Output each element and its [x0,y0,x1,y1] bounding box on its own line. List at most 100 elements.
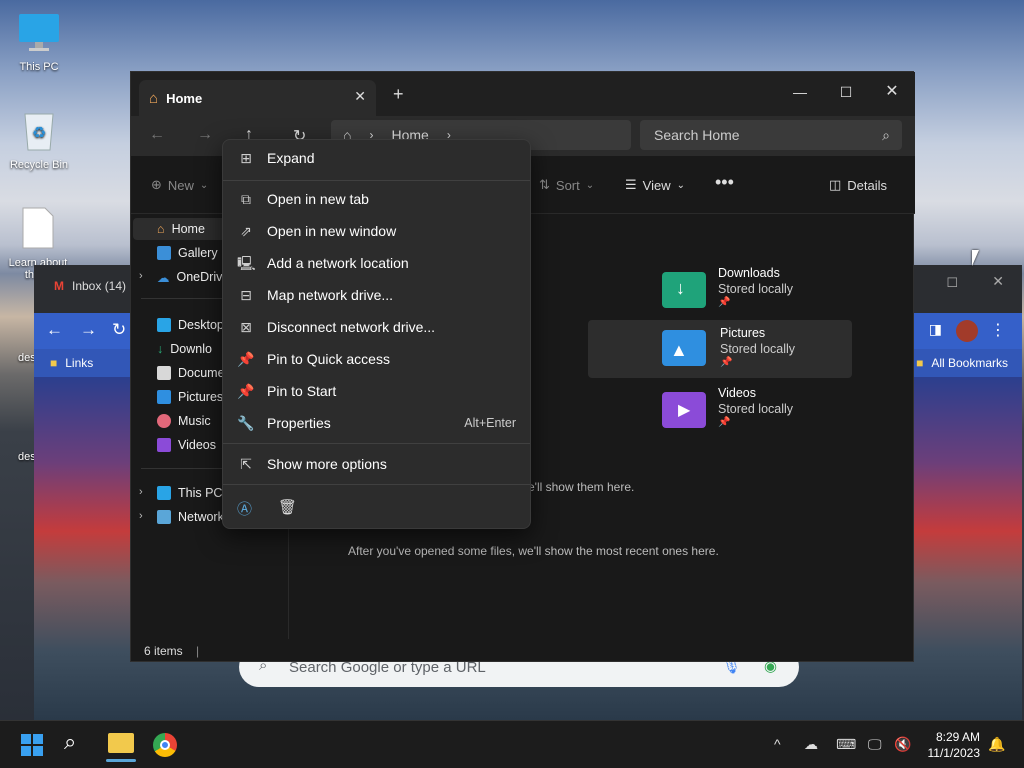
new-tab-icon[interactable]: + [393,84,404,105]
sidebar-item-gallery[interactable]: Gallery [157,242,218,264]
sidebar-item-onedrive[interactable]: ☁ OneDriv [157,266,222,288]
sidebar-item-desktop[interactable]: Desktop [157,314,224,336]
chevron-right-icon[interactable]: › [139,486,143,498]
chevron-right-icon[interactable]: › [139,510,143,522]
maximize-icon[interactable]: ☐ [946,275,958,291]
menu-item-properties[interactable]: 🔧 Properties Alt+Enter [227,408,526,438]
folder-downloads[interactable]: ↓ Downloads Stored locally 📌 [662,266,924,322]
sidebar-item-label: Docume [178,366,225,380]
document-icon [157,366,171,380]
sidebar-item-label: This PC [178,486,223,500]
taskbar: ⌕ ^ ☁ ⌨ 🖵 🔇 8:29 AM 11/1/2023 🔔 [0,720,1024,768]
menu-item-open-new-tab[interactable]: ⧉ Open in new tab [227,184,526,214]
folder-name: Pictures [720,326,766,340]
explorer-tab-home[interactable]: ⌂ Home ✕ [139,80,376,116]
menu-separator [223,484,530,485]
menu-item-disconnect-network-drive[interactable]: ⊠ Disconnect network drive... [227,312,526,342]
sidebar-item-label: Desktop [178,318,224,332]
minimize-icon[interactable]: — [777,78,823,106]
recycle-bin-icon: ♻ [4,108,74,155]
menu-item-accelerator: Alt+Enter [464,416,516,430]
menu-separator [223,180,530,181]
menu-item-show-more-options[interactable]: ⇱ Show more options [227,449,526,479]
menu-item-label: Properties [267,415,331,431]
sidebar-item-label: OneDriv [176,270,223,284]
menu-item-label: Add a network location [267,255,409,271]
menu-icon[interactable]: ⋮ [990,320,1006,340]
bookmark-links[interactable]: ■ Links [50,356,93,370]
keyboard-icon[interactable]: ⌨ [836,736,856,753]
menu-item-expand[interactable]: ⊞ Expand [227,143,526,173]
view-button[interactable]: ☰ View ⌄ [625,177,685,193]
chevron-up-icon[interactable]: ^ [774,736,781,752]
sort-button[interactable]: ⇅ Sort ⌄ [539,177,594,193]
chrome-icon[interactable] [153,733,177,757]
forward-icon[interactable]: → [197,126,213,144]
menu-item-label: Open in new window [267,223,397,239]
home-icon: ⌂ [149,89,159,107]
menu-separator [223,443,530,444]
favorites-hint: e'll show them here. [528,480,635,494]
document-icon [4,206,72,253]
rename-icon[interactable]: Ⓐ [237,498,252,519]
menu-item-add-network-location[interactable]: 🖳 Add a network location [227,248,526,278]
folder-videos[interactable]: ▶ Videos Stored locally 📌 [662,386,924,442]
cloud-offline-icon[interactable]: ☁ [804,736,818,753]
sidebar-item-downloads[interactable]: ↓ Downlo [157,338,212,360]
chrome-tab-inbox[interactable]: M Inbox (14) [54,279,126,293]
file-explorer-icon[interactable] [106,733,136,762]
chevron-right-icon[interactable]: › [139,270,143,282]
pin-icon: 📌 [718,297,731,308]
folder-pictures[interactable]: ▲ Pictures Stored locally 📌 [588,320,852,378]
reload-icon[interactable]: ↻ [112,320,126,340]
folder-icon: ■ [916,356,924,370]
forward-icon[interactable]: → [80,320,97,340]
plus-circle-icon: ⊕ [151,177,162,192]
sidebar-item-pictures[interactable]: Pictures [157,386,223,408]
map-drive-icon: ⊟ [240,287,252,303]
details-button[interactable]: ◫ Details [829,177,887,193]
menu-item-open-new-window[interactable]: ⇗ Open in new window [227,216,526,246]
status-divider: | [196,644,200,658]
back-icon[interactable]: ← [149,126,165,144]
sidebar-item-home[interactable]: ⌂ Home [157,218,205,240]
sidebar-item-documents[interactable]: Docume [157,362,225,384]
close-icon[interactable]: ✕ [869,78,915,106]
sidebar-item-music[interactable]: Music [157,410,211,432]
chevron-down-icon: ⌄ [585,179,595,191]
menu-item-pin-quick-access[interactable]: 📌 Pin to Quick access [227,344,526,374]
bookmark-all[interactable]: ■ All Bookmarks [916,356,1008,370]
more-options-button[interactable]: ••• [715,172,734,193]
sidepanel-icon[interactable]: ◨ [929,321,942,338]
menu-item-map-network-drive[interactable]: ⊟ Map network drive... [227,280,526,310]
search-input[interactable]: Search Home ⌕ [640,120,902,150]
sidebar-item-network[interactable]: Network [157,506,224,528]
volume-muted-icon[interactable]: 🔇 [894,736,911,753]
sidebar-item-label: Network [178,510,224,524]
sidebar-item-label: Pictures [178,390,224,404]
search-icon[interactable]: ⌕ [64,729,76,755]
desktop-icon-recycle-bin[interactable]: ♻ Recycle Bin [4,108,74,171]
details-pane-icon: ◫ [829,177,842,192]
videos-folder-icon: ▶ [662,392,706,428]
avatar[interactable] [956,320,978,342]
new-button[interactable]: ⊕ New ⌄ [151,177,208,193]
notification-bell-icon[interactable]: 🔔 [988,736,1005,753]
windows-start-icon[interactable] [21,734,43,756]
menu-item-pin-start[interactable]: 📌 Pin to Start [227,376,526,406]
back-icon[interactable]: ← [46,320,63,340]
network-icon[interactable]: 🖵 [868,736,882,753]
maximize-icon[interactable]: ☐ [823,78,869,106]
sidebar-item-videos[interactable]: Videos [157,434,216,456]
close-icon[interactable]: ✕ [992,273,1004,290]
clock[interactable]: 8:29 AM 11/1/2023 [928,729,981,761]
menu-item-label: Pin to Quick access [267,351,390,367]
sidebar-item-this-pc[interactable]: This PC [157,482,222,504]
status-bar: 6 items | [131,639,915,663]
delete-icon[interactable]: 🗑 [278,498,297,516]
new-label: New [167,177,194,193]
desktop-icon-this-pc[interactable]: This PC [4,10,74,73]
desktop-icon-label: Recycle Bin [9,159,69,171]
chevron-down-icon: ⌄ [199,179,209,191]
close-tab-icon[interactable]: ✕ [354,88,366,105]
